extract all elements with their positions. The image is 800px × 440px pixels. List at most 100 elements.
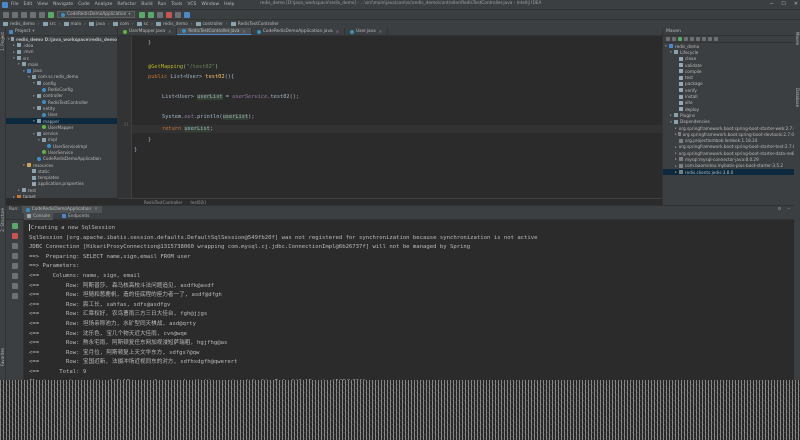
close-icon[interactable]: ✕ [168,29,171,34]
project-structure-icon[interactable] [174,11,181,18]
breadcrumb-item[interactable]: RedisTestController [230,22,285,27]
settings-icon[interactable] [714,37,718,41]
run-maven-icon[interactable] [678,37,682,41]
breadcrumb-item[interactable]: com [112,21,137,27]
tab-endpoints[interactable]: Endpoints [59,213,92,220]
maven-tree-node[interactable]: ▸ org.springframework.boot:spring-boot-de… [663,131,794,137]
run-icon[interactable] [138,11,145,18]
rerun-icon[interactable] [11,223,18,229]
menu-item-run[interactable]: Run [158,2,167,7]
minimize-icon[interactable]: ─ [770,1,773,7]
project-panel-title[interactable]: Project [15,29,30,34]
editor-tab[interactable]: User.java ✕ [345,28,389,35]
menu-item-navigate[interactable]: Navigate [53,2,73,7]
restore-layout-icon[interactable] [11,243,18,249]
breadcrumb-item[interactable]: main [63,22,89,27]
project-tree-node-label: config [43,80,56,86]
menu-item-code[interactable]: Code [78,2,90,7]
editor-tab[interactable]: UserMapper.java ✕ [118,28,178,35]
show-dependencies-icon[interactable] [702,37,706,41]
stop-icon[interactable] [165,11,172,18]
console-output[interactable]: Creating a new SqlSession SqlSession [org… [24,220,794,388]
search-everywhere-icon[interactable] [183,11,190,18]
add-icon[interactable] [672,37,676,41]
execute-goal-icon[interactable] [684,37,688,41]
close-icon[interactable]: ✕ [336,29,339,34]
maven-tree-node-label: org.springframework.boot:spring-boot-sta… [678,125,794,131]
forward-icon[interactable] [39,11,45,18]
project-tree-node[interactable]: ▾ redis_demo D:\java_workspace\redis_demo [6,36,117,42]
stop-icon[interactable] [11,233,18,239]
console-line-text: <== Columns: name, sign, email [29,273,141,279]
close-icon[interactable]: ✕ [243,29,246,34]
maven-panel-title: Maven [666,29,681,34]
collapse-all-icon[interactable] [708,37,712,41]
chevron-right-icon[interactable]: ▸ [675,145,677,149]
menu-item-edit[interactable]: Edit [24,2,33,7]
code-editor[interactable]: 41 } @GetMapping("/test02") public List<Us… [118,36,662,198]
menu-item-view[interactable]: View [37,2,48,7]
run-configuration-label: CodeRedisDemoApplication [67,12,127,17]
close-icon[interactable]: ✕ [379,29,382,34]
gear-icon[interactable]: ⚙ [778,207,782,212]
breadcrumb-item[interactable]: src [42,22,64,27]
soft-wrap-icon[interactable] [11,253,18,259]
interface-icon [42,125,46,130]
menu-item-window[interactable]: Window [201,2,219,7]
menu-item-analyze[interactable]: Analyze [95,2,113,7]
chevron-right-icon[interactable]: ▸ [675,151,677,155]
maven-tool-button[interactable]: Maven [794,32,800,45]
tab-console[interactable]: Console [24,212,54,220]
maximize-icon[interactable]: ☐ [781,1,785,7]
run-configuration-select[interactable]: CodeRedisDemoApplication ▾ [57,11,135,18]
breadcrumb-label: com [119,21,129,27]
maven-tree-node[interactable]: ▸ org.springframework.boot:spring-boot-st… [663,144,794,150]
code-token: test02 [205,74,225,80]
skip-tests-icon[interactable] [696,37,700,41]
java-file-icon [182,29,187,33]
menu-item-help[interactable]: Help [224,2,234,7]
save-all-icon[interactable] [12,11,18,18]
editor-breadcrumb-method[interactable]: test02() [190,200,206,205]
maven-tree-node[interactable]: ▸ redis.clients:jedis:3.8.0 [663,168,794,176]
trash-icon[interactable] [11,283,18,289]
debug-icon[interactable] [147,11,154,18]
menu-item-vcs[interactable]: VCS [187,2,196,7]
open-folder-icon[interactable] [3,11,9,18]
database-tool-button[interactable]: Database [794,88,800,107]
breadcrumb-item[interactable]: redis_demo [155,22,196,27]
menu-item-build[interactable]: Build [141,2,152,7]
hide-icon[interactable]: ─ [787,207,790,212]
folder-icon [37,119,41,123]
build-icon[interactable] [48,11,54,18]
close-icon[interactable]: ✕ [794,1,798,7]
maven-tree-node[interactable]: ▸ org.springframework.boot:spring-boot-st… [663,150,794,156]
editor-tab[interactable]: RedisTestController.java ✕ [177,28,252,35]
menu-item-file[interactable]: File [11,2,19,7]
scroll-to-end-icon[interactable] [11,263,18,269]
project-tree-node-label: main [28,61,39,67]
code-token: userList [222,114,249,120]
menu-item-tools[interactable]: Tools [171,2,182,7]
chevron-down-icon[interactable]: ▾ [32,29,34,34]
editor-breadcrumb-class[interactable]: RedisTestController [144,200,182,205]
chevron-right-icon[interactable]: ▸ [675,126,677,130]
maven-tree-node[interactable]: ▸ org.springframework.boot:spring-boot-st… [663,125,794,131]
console-line-text: <== Row: 宸工长, sahfas, sdfs@asdfgv [29,301,171,308]
breadcrumb-item[interactable]: redis_demo [3,22,43,27]
pin-icon[interactable] [11,293,18,299]
back-icon[interactable] [30,11,36,18]
breadcrumb-item[interactable]: controller [195,22,231,27]
print-icon[interactable] [11,273,18,279]
coverage-icon[interactable] [156,11,163,18]
reload-icon[interactable] [666,37,670,41]
toggle-offline-icon[interactable] [690,37,694,41]
editor-tab[interactable]: CodeRedisDemoApplication.java ✕ [252,28,345,35]
sync-icon[interactable] [21,11,27,18]
file-icon [679,107,683,112]
close-icon[interactable]: ✕ [94,207,98,212]
menu-item-refactor[interactable]: Refactor [117,2,136,7]
breadcrumb-item[interactable]: java [89,22,113,27]
breadcrumb-item[interactable]: sc [136,22,156,27]
project-tree-node[interactable]: ▸ target [6,193,117,198]
